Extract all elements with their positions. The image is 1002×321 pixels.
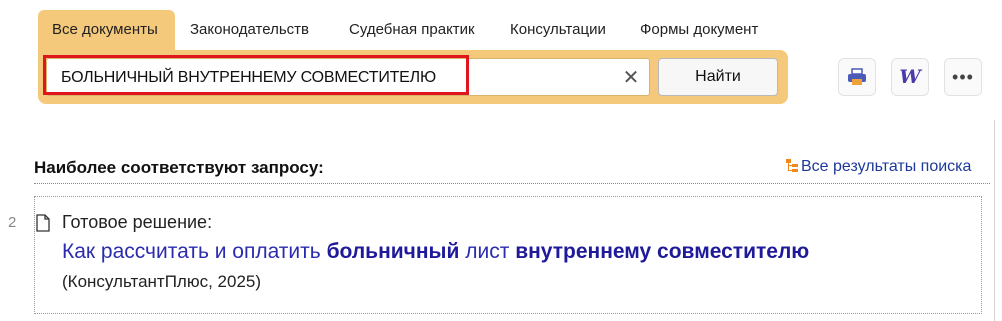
print-icon <box>848 68 866 85</box>
document-icon <box>36 214 50 232</box>
results-title: Наиболее соответствуют запросу: <box>34 158 324 177</box>
tab-court-practice[interactable]: Судебная практик <box>349 10 475 50</box>
print-button[interactable] <box>838 58 876 96</box>
tab-all-documents[interactable]: Все документы <box>38 10 175 50</box>
result-link-highlight[interactable]: больничный <box>327 240 460 263</box>
result-kind: Готовое решение: <box>62 212 213 232</box>
tab-consultations[interactable]: Консультации <box>510 10 606 50</box>
all-results-link[interactable]: Все результаты поиска <box>786 158 971 176</box>
close-icon[interactable]: ✕ <box>621 68 641 88</box>
scroll-edge <box>994 120 995 321</box>
word-export-button[interactable]: W <box>891 58 929 96</box>
result-number: 2 <box>8 214 17 231</box>
search-input[interactable]: БОЛЬНИЧНЫЙ ВНУТРЕННЕМУ СОВМЕСТИТЕЛЮ ✕ <box>46 58 650 96</box>
find-button[interactable]: Найти <box>658 58 778 96</box>
result-link[interactable]: Как рассчитать и оплатить больничный лис… <box>62 240 809 264</box>
all-results-label[interactable]: Все результаты поиска <box>801 158 971 175</box>
tab-document-forms[interactable]: Формы документ <box>640 10 758 50</box>
result-link-part[interactable]: лист <box>459 240 515 263</box>
more-button[interactable]: ••• <box>944 58 982 96</box>
divider <box>34 183 990 184</box>
word-export-icon: W <box>899 66 921 88</box>
result-link-part[interactable]: Как рассчитать и оплатить <box>62 240 327 263</box>
search-query-text[interactable]: БОЛЬНИЧНЫЙ ВНУТРЕННЕМУ СОВМЕСТИТЕЛЮ <box>61 59 436 97</box>
search-panel: БОЛЬНИЧНЫЙ ВНУТРЕННЕМУ СОВМЕСТИТЕЛЮ ✕ На… <box>38 50 788 104</box>
result-source: (КонсультантПлюс, 2025) <box>62 272 262 291</box>
tab-legislation[interactable]: Законодательств <box>190 10 309 50</box>
result-link-highlight[interactable]: внутреннему совместителю <box>515 240 809 263</box>
more-icon: ••• <box>952 67 974 87</box>
results-tree-icon <box>786 159 798 172</box>
